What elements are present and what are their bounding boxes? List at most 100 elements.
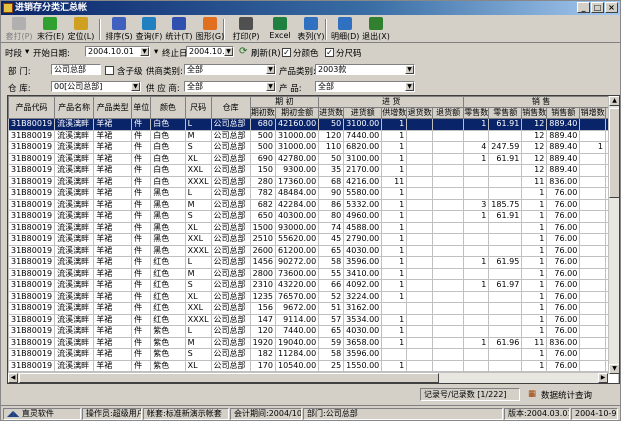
table-cell[interactable] [431, 279, 465, 292]
table-cell[interactable]: 1 [521, 221, 548, 234]
table-cell[interactable] [463, 164, 490, 177]
table-cell[interactable]: M [184, 336, 212, 349]
dept-field[interactable]: 公司总部 [51, 64, 101, 75]
table-cell[interactable]: 流溪漓畔 [54, 210, 95, 223]
table-cell[interactable]: 3410.00 [343, 267, 383, 280]
minimize-button[interactable]: _ [577, 2, 590, 13]
table-cell[interactable]: 31B80019 [8, 348, 56, 361]
table-cell[interactable]: 31B80019 [8, 302, 56, 315]
table-cell[interactable]: 1 [381, 152, 408, 165]
table-cell[interactable]: 黑色 [150, 198, 186, 211]
toolbar-button-sort[interactable]: 排序(S) [105, 17, 133, 42]
table-cell[interactable] [431, 221, 465, 234]
table-cell[interactable]: 红色 [150, 279, 186, 292]
table-cell[interactable]: 件 [131, 210, 152, 223]
table-cell[interactable] [579, 198, 606, 211]
table-cell[interactable] [488, 302, 523, 315]
table-row[interactable]: 31B80019 流溪漓畔 羊裙件黑色 M 公司总部 682 42284.00 86 5332.… [8, 198, 619, 211]
table-cell[interactable]: 羊裙 [93, 256, 133, 269]
table-cell[interactable]: L [184, 118, 212, 131]
table-cell[interactable]: 4 [463, 141, 490, 154]
table-cell[interactable]: 1 [521, 198, 548, 211]
table-cell[interactable]: 羊裙 [93, 221, 133, 234]
table-cell[interactable]: 31000.00 [274, 141, 320, 154]
table-cell[interactable]: 31B80019 [8, 198, 56, 211]
table-cell[interactable]: 185.75 [488, 198, 523, 211]
table-cell[interactable]: 黑色 [150, 221, 186, 234]
table-cell[interactable]: 件 [131, 221, 152, 234]
table-cell[interactable] [431, 313, 465, 326]
table-row[interactable]: 31B80019 流溪漓畔 羊裙件紫色 L 公司总部 120 7440.00 65 4030.0… [8, 325, 619, 338]
table-row[interactable]: 31B80019 流溪漓畔 羊裙件白色 XXL 公司总部 150 9300.00 35 2170… [8, 164, 619, 177]
table-cell[interactable]: 31B80019 [8, 267, 56, 280]
table-cell[interactable]: 羊裙 [93, 141, 133, 154]
table-cell[interactable] [579, 313, 606, 326]
table-cell[interactable]: 5580.00 [343, 187, 383, 200]
table-cell[interactable] [431, 129, 465, 142]
table-cell[interactable] [463, 175, 490, 188]
table-cell[interactable]: L [184, 325, 212, 338]
table-cell[interactable]: 3224.00 [343, 290, 383, 303]
table-cell[interactable]: 公司总部 [210, 175, 251, 188]
table-cell[interactable]: 流溪漓畔 [54, 325, 95, 338]
include-sub-checkbox[interactable] [105, 66, 114, 75]
table-cell[interactable]: 76.00 [546, 359, 581, 372]
supplier-type-select[interactable]: 全部 ▼ [184, 64, 276, 75]
table-cell[interactable]: 35 [318, 164, 345, 177]
toolbar-button-print-template[interactable]: 套打(P) [5, 17, 33, 42]
table-cell[interactable]: 件 [131, 348, 152, 361]
table-cell[interactable] [406, 302, 433, 315]
table-row[interactable]: 31B80019 流溪漓畔 羊裙件白色 XXXL 公司总部 280 17360.00 68 42… [8, 175, 619, 188]
table-cell[interactable]: 1 [521, 256, 548, 269]
table-cell[interactable]: 件 [131, 164, 152, 177]
table-cell[interactable]: 公司总部 [210, 256, 251, 269]
table-cell[interactable]: 1 [521, 267, 548, 280]
table-cell[interactable]: 羊裙 [93, 175, 133, 188]
table-cell[interactable]: 件 [131, 118, 152, 131]
table-cell[interactable]: 110 [318, 141, 345, 154]
table-cell[interactable]: 31B80019 [8, 152, 56, 165]
table-cell[interactable]: 11 [521, 175, 548, 188]
end-date-field[interactable]: 2004.10.31 ▼ [186, 46, 234, 57]
table-cell[interactable]: 3596.00 [343, 348, 383, 361]
table-cell[interactable]: 4216.00 [343, 175, 383, 188]
table-cell[interactable]: 31000.00 [274, 129, 320, 142]
table-cell[interactable]: 流溪漓畔 [54, 256, 95, 269]
table-cell[interactable]: 流溪漓畔 [54, 359, 95, 372]
table-cell[interactable]: 1 [463, 152, 490, 165]
toolbar-button-statistics[interactable]: 统计(T) [165, 17, 193, 42]
table-row[interactable]: 31B80019 流溪漓畔 羊裙件白色 M 公司总部 500 31000.00 120 7440… [8, 129, 619, 142]
table-cell[interactable]: 1 [463, 210, 490, 223]
table-cell[interactable]: 17360.00 [274, 175, 320, 188]
table-cell[interactable] [431, 244, 465, 257]
table-cell[interactable]: 76.00 [546, 279, 581, 292]
warehouse-select[interactable]: 00[公司总部] ▼ [51, 81, 141, 92]
table-cell[interactable]: 羊裙 [93, 198, 133, 211]
table-cell[interactable]: 黑色 [150, 210, 186, 223]
table-cell[interactable]: XL [184, 290, 212, 303]
table-cell[interactable]: 7440.00 [274, 325, 320, 338]
table-cell[interactable]: 1 [521, 210, 548, 223]
table-cell[interactable]: 羊裙 [93, 279, 133, 292]
table-cell[interactable]: 889.40 [546, 152, 581, 165]
table-cell[interactable]: 白色 [150, 129, 186, 142]
column-header[interactable]: 期初金额 [274, 107, 320, 119]
table-cell[interactable]: 1 [579, 141, 606, 154]
column-header[interactable]: 零售数 [463, 107, 490, 119]
table-cell[interactable]: 42780.00 [274, 152, 320, 165]
table-cell[interactable] [406, 256, 433, 269]
table-cell[interactable]: XXXL [184, 244, 212, 257]
table-cell[interactable]: 件 [131, 256, 152, 269]
column-header[interactable]: 退货额 [431, 107, 465, 119]
table-cell[interactable]: 1 [381, 279, 408, 292]
table-row[interactable]: 31B80019 流溪漓畔 羊裙件红色 XXL 公司总部 156 9672.00 51 3162… [8, 302, 619, 315]
table-cell[interactable] [488, 221, 523, 234]
table-cell[interactable]: 3596.00 [343, 256, 383, 269]
table-cell[interactable]: 51 [318, 302, 345, 315]
table-cell[interactable]: 31B80019 [8, 244, 56, 257]
toolbar-button-columns[interactable]: 表列(Y) [295, 17, 327, 42]
table-cell[interactable] [488, 244, 523, 257]
table-cell[interactable]: 76.00 [546, 221, 581, 234]
start-date-field[interactable]: 2004.10.01 ▼ [85, 46, 150, 57]
table-cell[interactable]: 889.40 [546, 164, 581, 177]
